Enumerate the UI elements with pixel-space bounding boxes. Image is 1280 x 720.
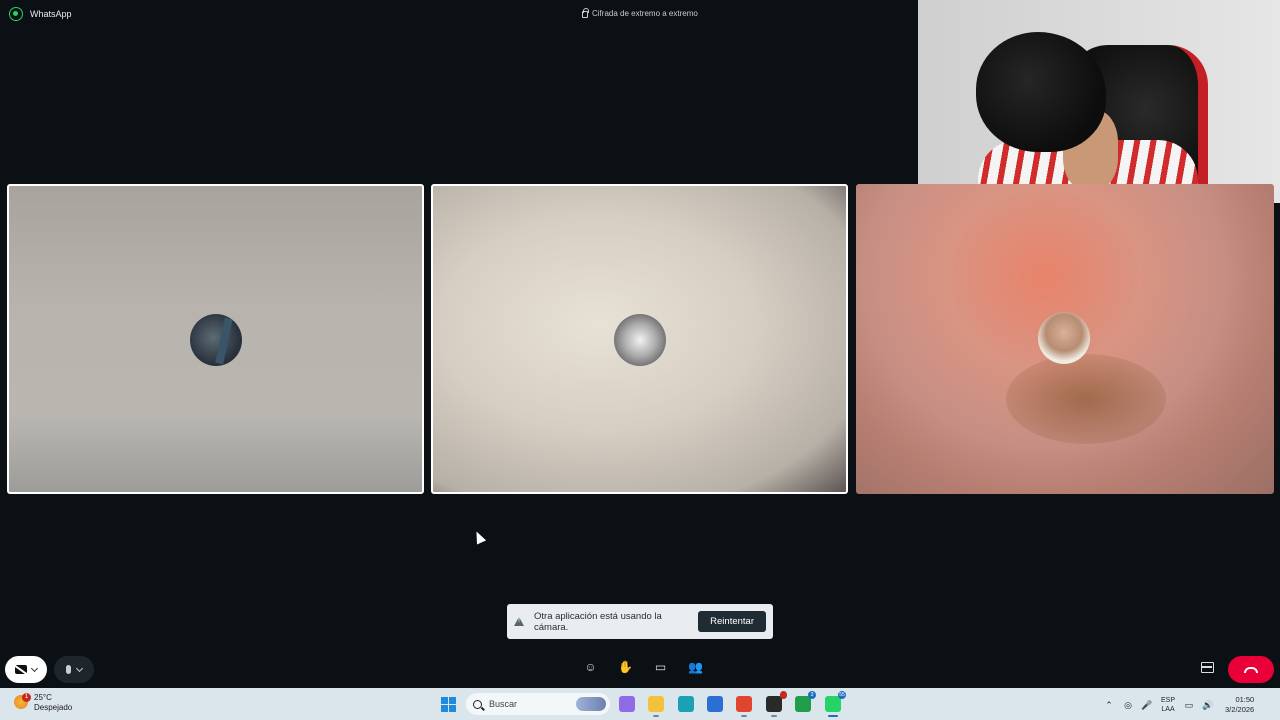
participant-tile-2[interactable] — [431, 184, 848, 494]
encryption-label: Cifrada de extremo a extremo — [592, 9, 698, 18]
mic-tray-icon[interactable]: 🎤 — [1141, 700, 1152, 710]
warning-icon — [514, 617, 524, 626]
clock-date: 3/2/2026 — [1225, 705, 1255, 714]
participant-avatar — [614, 314, 666, 366]
app-badge — [780, 691, 787, 699]
screen-share-icon[interactable]: ▭ — [654, 661, 667, 674]
participant-tile-1[interactable] — [7, 184, 424, 494]
windows-start-icon[interactable] — [441, 697, 456, 712]
edge-icon[interactable] — [678, 696, 694, 712]
participants-icon[interactable]: 👥 — [688, 661, 703, 674]
clock-time: 01:50 — [1235, 695, 1255, 704]
raise-hand-icon[interactable]: ✋ — [618, 661, 633, 674]
video-person-hair — [976, 32, 1106, 152]
search-highlight-icon — [576, 697, 606, 711]
security-icon[interactable]: ◎ — [1123, 700, 1133, 710]
weather-sun-icon: 1 — [14, 693, 31, 709]
lock-icon — [582, 8, 589, 18]
system-tray: ⌃ ◎ 🎤 ESP LAA ▭ 🔊 01:50 3/2/2026 — [1104, 695, 1254, 715]
layout-icon[interactable] — [1201, 662, 1214, 673]
participant-avatar — [190, 314, 242, 366]
app-name: WhatsApp — [30, 9, 72, 19]
file-explorer-icon[interactable] — [648, 696, 664, 717]
app-badge: 55 — [838, 691, 846, 699]
emoji-icon[interactable]: ☺ — [584, 661, 597, 674]
toast-message: Otra aplicación está usando la cámara. — [534, 610, 662, 633]
end-call-button[interactable] — [1228, 656, 1274, 683]
mouse-cursor-icon — [471, 529, 487, 545]
retry-button[interactable]: Reintentar — [698, 611, 766, 632]
whatsapp-icon[interactable]: 55 — [825, 691, 846, 717]
self-video-preview[interactable] — [918, 0, 1280, 203]
volume-icon[interactable]: 🔊 — [1202, 700, 1213, 710]
camera-off-icon — [15, 665, 27, 674]
copilot-icon[interactable] — [619, 696, 635, 712]
camera-in-use-toast: Otra aplicación está usando la cámara. R… — [507, 604, 773, 639]
language-code: ESP — [1161, 697, 1176, 704]
chrome-icon[interactable] — [736, 696, 752, 717]
xbox-icon[interactable]: 3 — [795, 691, 816, 712]
whatsapp-logo-icon — [9, 7, 23, 21]
mic-icon — [66, 665, 71, 674]
participant-tile-3[interactable] — [856, 184, 1274, 494]
store-icon[interactable] — [707, 696, 723, 712]
search-icon — [473, 699, 482, 709]
language-indicator[interactable]: ESP LAA — [1161, 696, 1175, 714]
app-title: WhatsApp — [9, 7, 72, 21]
weather-condition: Despejado — [34, 703, 73, 712]
chevron-up-icon[interactable]: ⌃ — [1104, 700, 1114, 710]
encryption-notice: Cifrada de extremo a extremo — [582, 8, 698, 18]
end-call-icon — [1244, 666, 1258, 673]
weather-widget[interactable]: 1 25°C Despejado — [14, 693, 72, 713]
mic-toggle-button[interactable] — [54, 656, 94, 683]
network-icon[interactable]: ▭ — [1184, 700, 1194, 710]
search-placeholder: Buscar — [489, 699, 518, 709]
taskbar-search[interactable]: Buscar — [466, 693, 610, 715]
call-actions: ☺ ✋ ▭ 👥 — [584, 661, 703, 674]
chevron-down-icon[interactable] — [75, 664, 84, 672]
dark-app-icon[interactable] — [766, 691, 787, 717]
video-background — [1006, 354, 1166, 444]
weather-temp: 25°C — [34, 693, 52, 702]
weather-badge: 1 — [22, 693, 31, 702]
windows-taskbar: 1 25°C Despejado Buscar 3 55 ⌃ ◎ 🎤 ESP L… — [0, 688, 1280, 720]
chevron-down-icon[interactable] — [30, 664, 39, 672]
participant-avatar — [1038, 312, 1090, 364]
region-code: LAA — [1161, 706, 1175, 713]
clock[interactable]: 01:50 3/2/2026 — [1225, 695, 1254, 715]
camera-toggle-button[interactable] — [5, 656, 47, 683]
app-badge: 3 — [808, 691, 816, 699]
